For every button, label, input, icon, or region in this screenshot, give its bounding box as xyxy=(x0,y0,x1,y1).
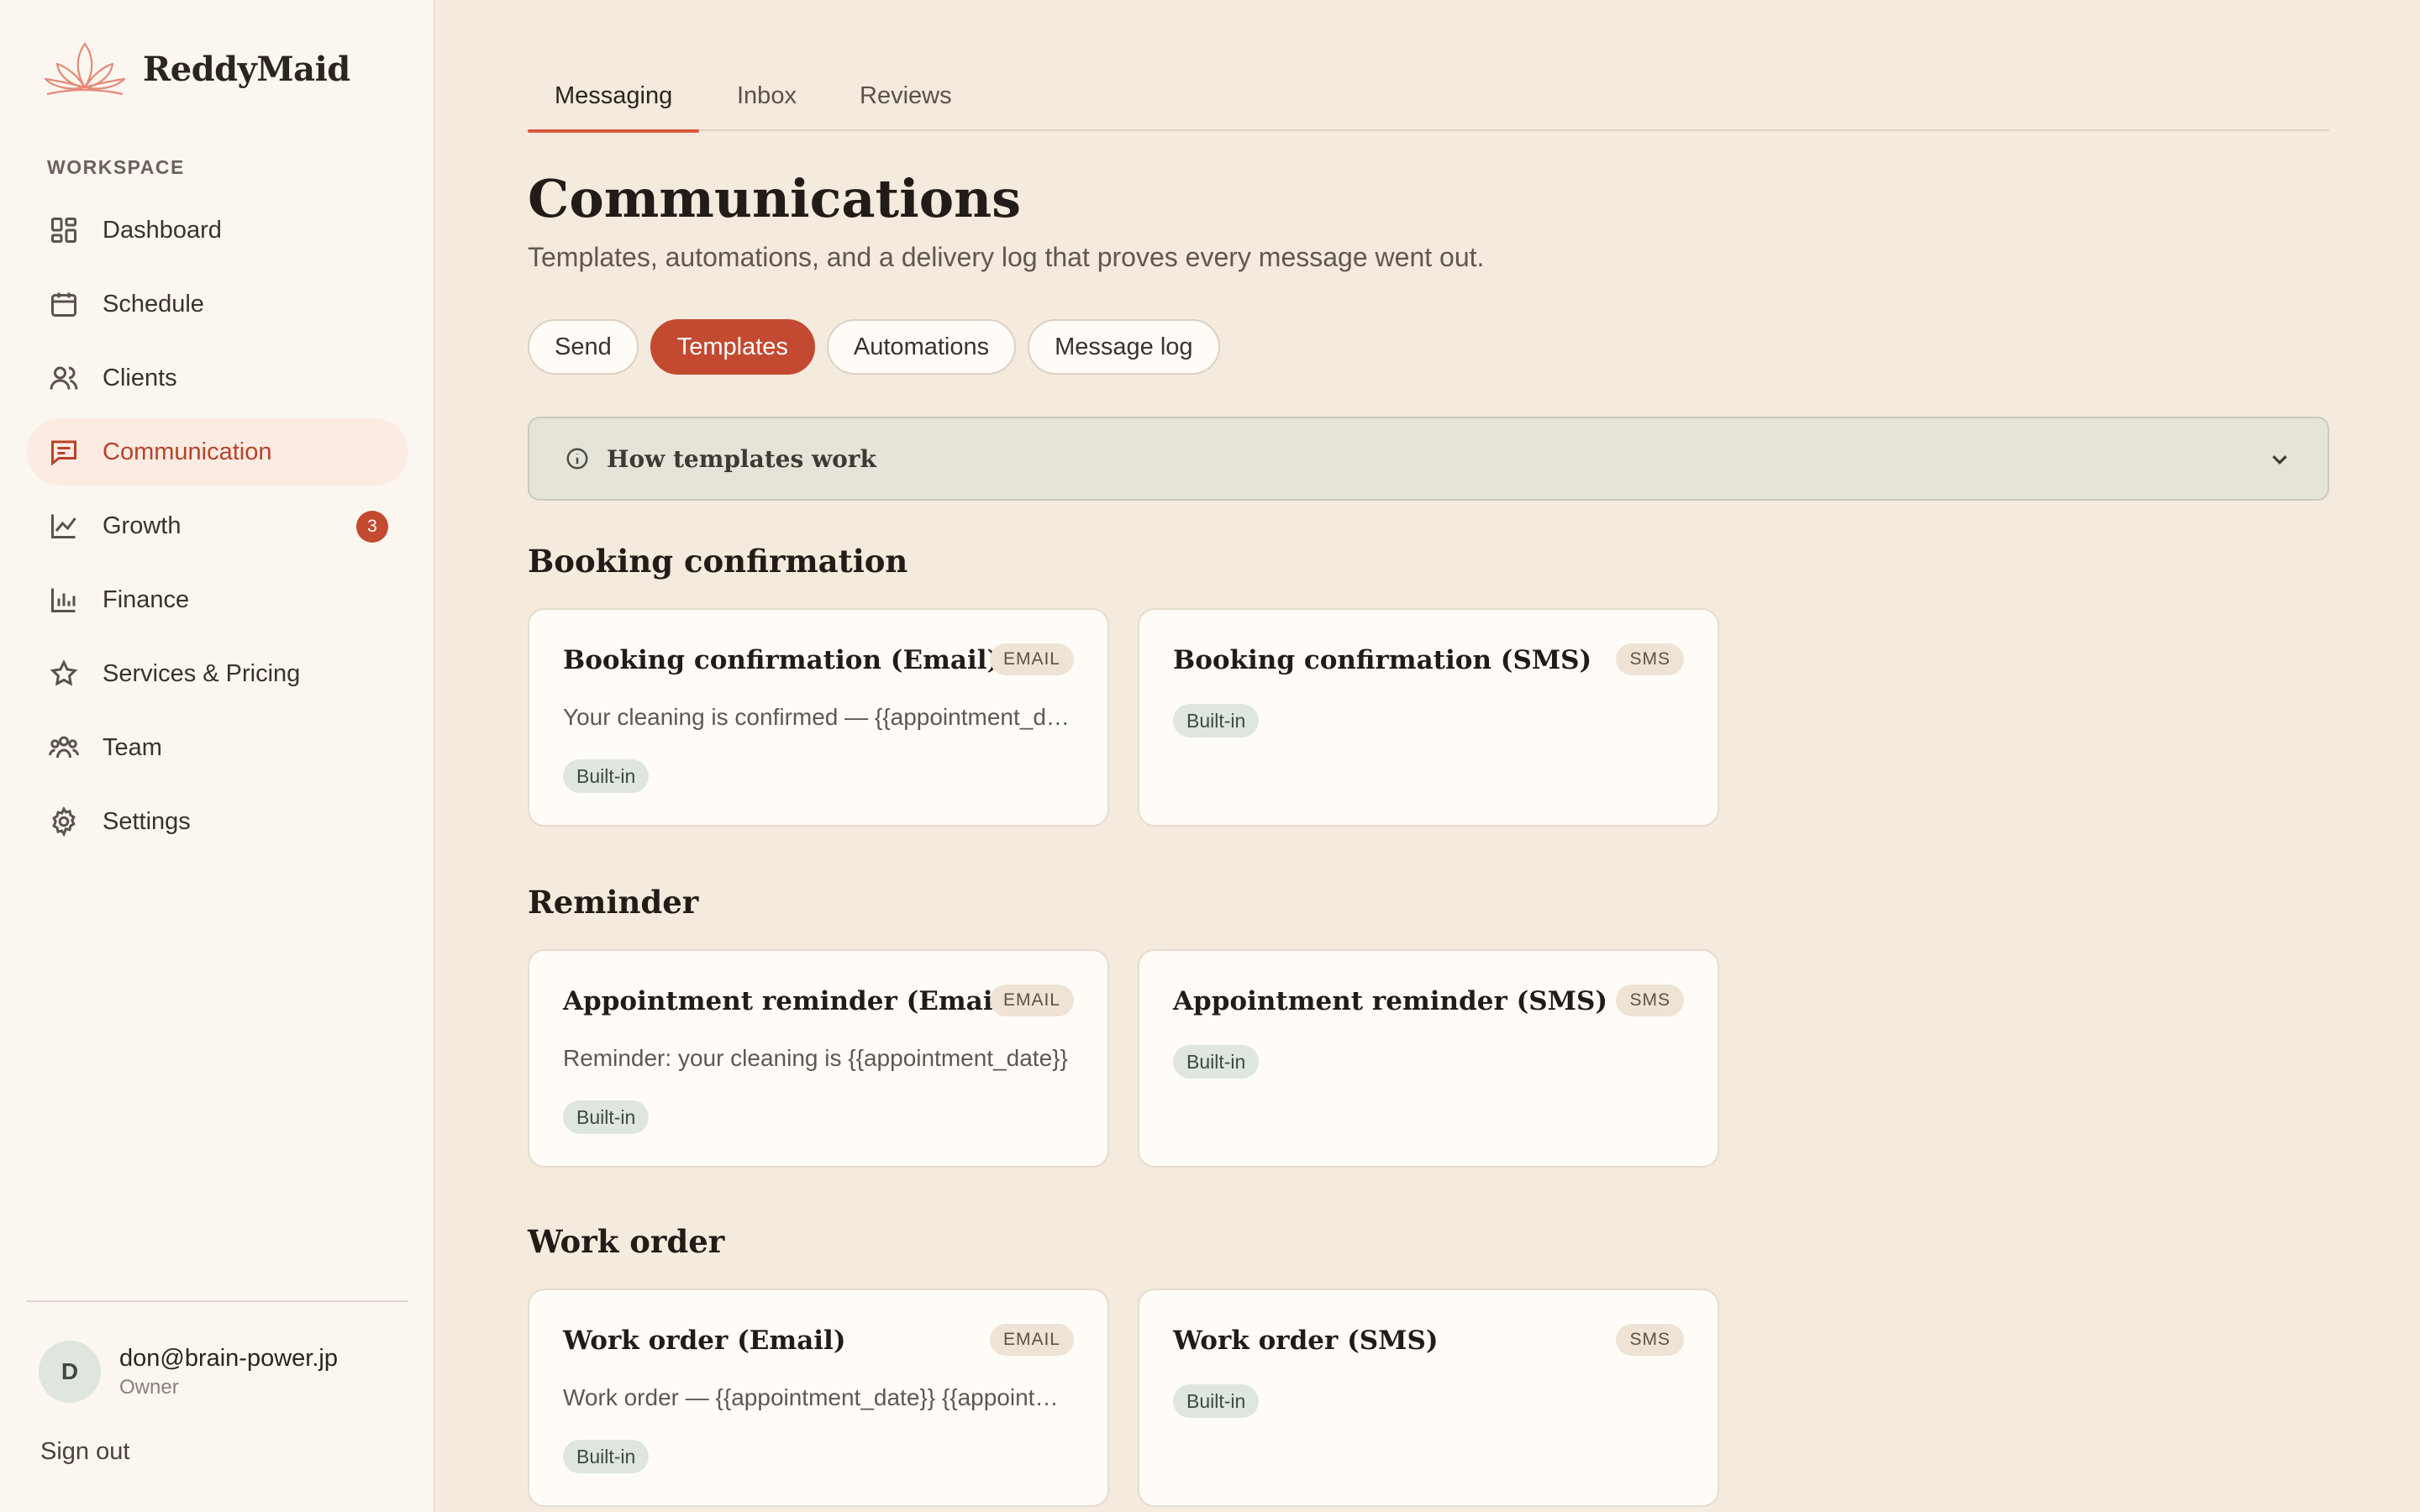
sidebar-item-communication[interactable]: Communication xyxy=(27,418,408,486)
chevron-down-icon xyxy=(2267,447,2292,472)
page-subtitle: Templates, automations, and a delivery l… xyxy=(528,242,1485,272)
avatar: D xyxy=(39,1341,101,1403)
users-icon xyxy=(47,361,81,395)
channel-badge: EMAIL xyxy=(989,643,1074,675)
sidebar-item-dashboard[interactable]: Dashboard xyxy=(27,197,408,264)
pill-send[interactable]: Send xyxy=(528,319,639,375)
template-card[interactable]: Work order (Email) EMAIL Work order — {{… xyxy=(528,1289,1109,1507)
built-in-tag: Built-in xyxy=(563,1440,650,1473)
template-preview: Your cleaning is confirmed — {{appointme… xyxy=(563,704,1077,730)
sidebar-item-label: Finance xyxy=(103,585,190,613)
pill-message-log[interactable]: Message log xyxy=(1028,319,1220,375)
team-icon xyxy=(47,731,81,764)
group-title-booking-confirmation: Booking confirmation xyxy=(528,543,908,580)
template-title: Work order (SMS) xyxy=(1173,1326,1439,1356)
template-card[interactable]: Booking confirmation (Email) EMAIL Your … xyxy=(528,608,1109,827)
sidebar-item-label: Settings xyxy=(103,807,191,835)
lotus-logo-icon xyxy=(44,42,126,96)
template-card[interactable]: Appointment reminder (Email) EMAIL Remin… xyxy=(528,949,1109,1168)
template-preview: Reminder: your cleaning is {{appointment… xyxy=(563,1045,1068,1071)
sidebar-item-team[interactable]: Team xyxy=(27,714,408,781)
accordion-label: How templates work xyxy=(607,444,876,473)
sidebar-item-services-pricing[interactable]: Services & Pricing xyxy=(27,640,408,707)
tab-messaging[interactable]: Messaging xyxy=(527,82,700,133)
template-title: Booking confirmation (Email) xyxy=(563,645,1000,675)
growth-count-badge: 3 xyxy=(356,511,388,543)
sidebar-item-schedule[interactable]: Schedule xyxy=(27,270,408,338)
template-card[interactable]: Booking confirmation (SMS) SMS Built-in xyxy=(1138,608,1719,827)
user-email: don@brain-power.jp xyxy=(119,1344,338,1372)
brand-logo[interactable]: ReddyMaid xyxy=(39,37,350,101)
star-icon xyxy=(47,657,81,690)
calendar-icon xyxy=(47,287,81,321)
sidebar-item-label: Clients xyxy=(103,364,177,391)
sidebar-item-label: Team xyxy=(103,733,162,761)
template-title: Appointment reminder (SMS) xyxy=(1173,986,1608,1016)
template-title: Booking confirmation (SMS) xyxy=(1173,645,1592,675)
brand-name: ReddyMaid xyxy=(143,49,350,89)
sidebar-item-label: Growth xyxy=(103,512,182,539)
gear-icon xyxy=(47,805,81,838)
sidebar-item-finance[interactable]: Finance xyxy=(27,566,408,633)
template-title: Appointment reminder (Email) xyxy=(563,986,1015,1016)
info-icon xyxy=(566,448,588,470)
view-switcher: Send Templates Automations Message log xyxy=(528,319,1220,375)
template-card[interactable]: Work order (SMS) SMS Built-in xyxy=(1138,1289,1719,1507)
channel-badge: SMS xyxy=(1616,1324,1684,1356)
built-in-tag: Built-in xyxy=(563,1100,650,1134)
tab-reviews[interactable]: Reviews xyxy=(860,82,952,131)
pill-templates[interactable]: Templates xyxy=(650,319,815,375)
channel-badge: SMS xyxy=(1616,984,1684,1016)
sidebar-item-label: Schedule xyxy=(103,290,204,318)
sidebar-divider xyxy=(27,1300,408,1302)
sign-out-link[interactable]: Sign out xyxy=(40,1438,129,1466)
bar-chart-icon xyxy=(47,583,81,617)
sidebar-item-settings[interactable]: Settings xyxy=(27,788,408,855)
workspace-section-label: WORKSPACE xyxy=(47,156,185,178)
sidebar-item-label: Communication xyxy=(103,438,272,465)
dashboard-icon xyxy=(47,213,81,247)
sidebar-item-clients[interactable]: Clients xyxy=(27,344,408,412)
channel-badge: EMAIL xyxy=(989,1324,1074,1356)
sidebar-item-label: Dashboard xyxy=(103,216,222,244)
message-icon xyxy=(47,435,81,469)
template-preview: Work order — {{appointment_date}} {{appo… xyxy=(563,1384,1077,1410)
channel-badge: SMS xyxy=(1616,643,1684,675)
group-title-reminder: Reminder xyxy=(528,884,699,921)
user-profile[interactable]: D don@brain-power.jp Owner xyxy=(39,1341,338,1403)
built-in-tag: Built-in xyxy=(1173,1045,1260,1079)
top-tab-bar: Messaging Inbox Reviews xyxy=(527,74,2329,133)
sidebar-item-label: Services & Pricing xyxy=(103,659,301,687)
page-title: Communications xyxy=(528,168,1022,229)
built-in-tag: Built-in xyxy=(1173,704,1260,738)
channel-badge: EMAIL xyxy=(989,984,1074,1016)
group-title-work-order: Work order xyxy=(528,1223,725,1260)
user-role: Owner xyxy=(119,1375,179,1399)
sidebar-item-growth[interactable]: Growth 3 xyxy=(27,492,408,559)
sidebar: ReddyMaid WORKSPACE Dashboard Schedule C… xyxy=(0,0,435,1512)
template-card[interactable]: Appointment reminder (SMS) SMS Built-in xyxy=(1138,949,1719,1168)
tab-inbox[interactable]: Inbox xyxy=(737,82,797,131)
built-in-tag: Built-in xyxy=(563,759,650,793)
template-title: Work order (Email) xyxy=(563,1326,846,1356)
how-templates-work-accordion[interactable]: How templates work xyxy=(528,417,2329,501)
chart-line-icon xyxy=(47,509,81,543)
pill-automations[interactable]: Automations xyxy=(826,319,1017,375)
built-in-tag: Built-in xyxy=(1173,1384,1260,1418)
